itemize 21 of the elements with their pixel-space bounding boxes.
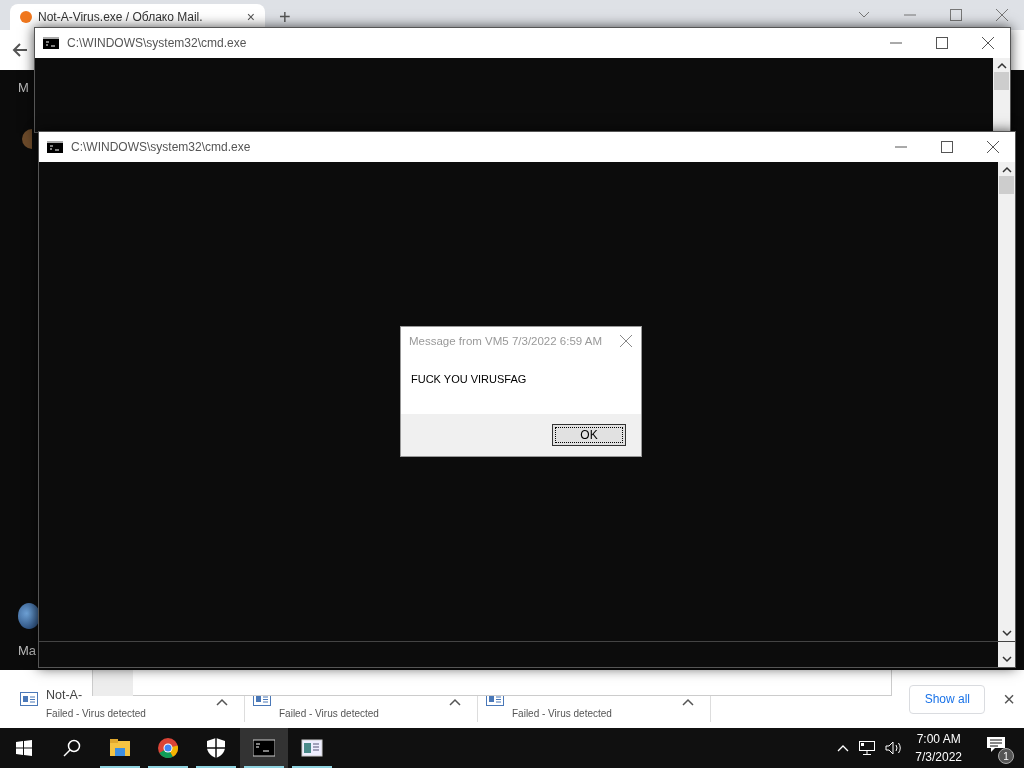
download-status: Failed - Virus detected <box>512 708 613 719</box>
window-title: C:\WINDOWS\system32\cmd.exe <box>67 36 247 50</box>
download-status: Failed - Virus detected <box>46 708 147 719</box>
tab-title: Not-A-Virus.exe / Облако Mail. <box>38 10 204 24</box>
download-status: Failed - Virus detected <box>279 708 380 719</box>
close-button[interactable]: × <box>1003 687 1015 711</box>
new-tab-button[interactable]: + <box>279 4 291 30</box>
page-text: Ma <box>18 643 37 658</box>
dialog-message: FUCK YOU VIRUSFAG <box>410 372 528 387</box>
clock-time: 7:00 AM <box>916 732 961 746</box>
page-text: M <box>18 80 29 95</box>
show-all-button[interactable]: Show all <box>909 684 986 714</box>
clock[interactable]: 7:00 AM 7/3/2022 <box>915 732 962 764</box>
dialog-title: Message from VM5 7/3/2022 6:59 AM <box>409 335 603 347</box>
file-name: Not-A- <box>46 688 83 702</box>
browser-tab[interactable]: Not-A-Virus.exe / Облако Mail. × <box>10 4 265 30</box>
window-title: C:\WINDOWS\system32\cmd.exe <box>71 140 251 154</box>
notification-badge: 1 <box>998 748 1014 764</box>
tab-close-button[interactable]: × <box>246 9 255 25</box>
ok-button[interactable]: OK <box>552 424 626 446</box>
clock-date: 7/3/2022 <box>915 750 962 764</box>
